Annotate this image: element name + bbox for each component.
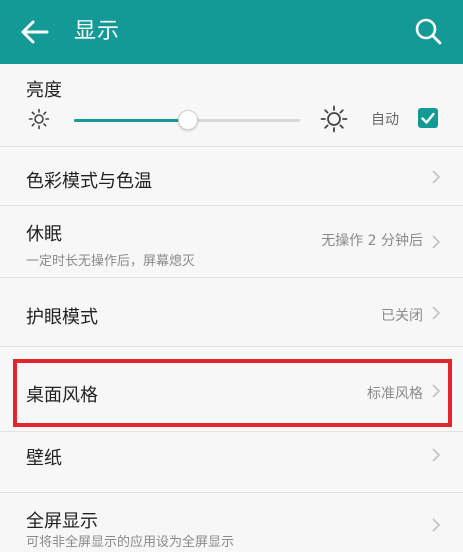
slider-thumb[interactable]	[178, 110, 198, 130]
chevron-right-icon	[432, 448, 441, 462]
row-color-mode[interactable]: 色彩模式与色温	[0, 147, 463, 205]
row-label: 护眼模式	[26, 307, 98, 328]
row-full-screen[interactable]: 全屏显示 可将非全屏显示的应用设为全屏显示	[0, 493, 463, 552]
settings-list: 亮度 自动 色彩模式与色温 休眠 一定时长无操作后，屏幕熄灭 无操作 2 分钟后…	[0, 64, 463, 552]
slider-fill	[74, 119, 187, 122]
chevron-right-icon	[432, 170, 441, 184]
row-eye-comfort[interactable]: 护眼模式 已关闭	[0, 278, 463, 346]
search-icon[interactable]	[413, 16, 443, 46]
page-title: 显示	[74, 19, 121, 44]
row-subtitle: 可将非全屏显示的应用设为全屏显示	[26, 535, 235, 550]
row-label: 休眠	[26, 224, 62, 245]
checkmark-icon	[421, 112, 435, 124]
chevron-right-icon	[432, 518, 441, 532]
row-label: 全屏显示	[26, 511, 98, 532]
row-wallpaper[interactable]: 壁纸	[0, 432, 463, 492]
app-bar: 显示	[0, 0, 463, 64]
chevron-right-icon	[432, 306, 441, 320]
brightness-label: 亮度	[26, 80, 62, 101]
row-label: 壁纸	[26, 448, 62, 469]
row-value: 标准风格	[367, 386, 423, 402]
row-desktop-style[interactable]: 桌面风格 标准风格	[0, 347, 463, 431]
row-value: 已关闭	[381, 308, 423, 324]
row-subtitle: 一定时长无操作后，屏幕熄灭	[26, 254, 196, 269]
sun-small-icon	[28, 108, 50, 130]
chevron-right-icon	[432, 235, 441, 249]
auto-brightness-label: 自动	[371, 112, 399, 128]
sun-large-icon	[320, 105, 348, 133]
row-label: 色彩模式与色温	[26, 171, 152, 192]
row-value: 无操作 2 分钟后	[321, 233, 423, 249]
row-label: 桌面风格	[26, 385, 98, 406]
auto-brightness-checkbox[interactable]	[418, 108, 438, 128]
chevron-right-icon	[432, 384, 441, 398]
brightness-slider[interactable]	[74, 107, 300, 133]
row-sleep[interactable]: 休眠 一定时长无操作后，屏幕熄灭 无操作 2 分钟后	[0, 206, 463, 277]
arrow-left-icon[interactable]	[20, 18, 50, 46]
